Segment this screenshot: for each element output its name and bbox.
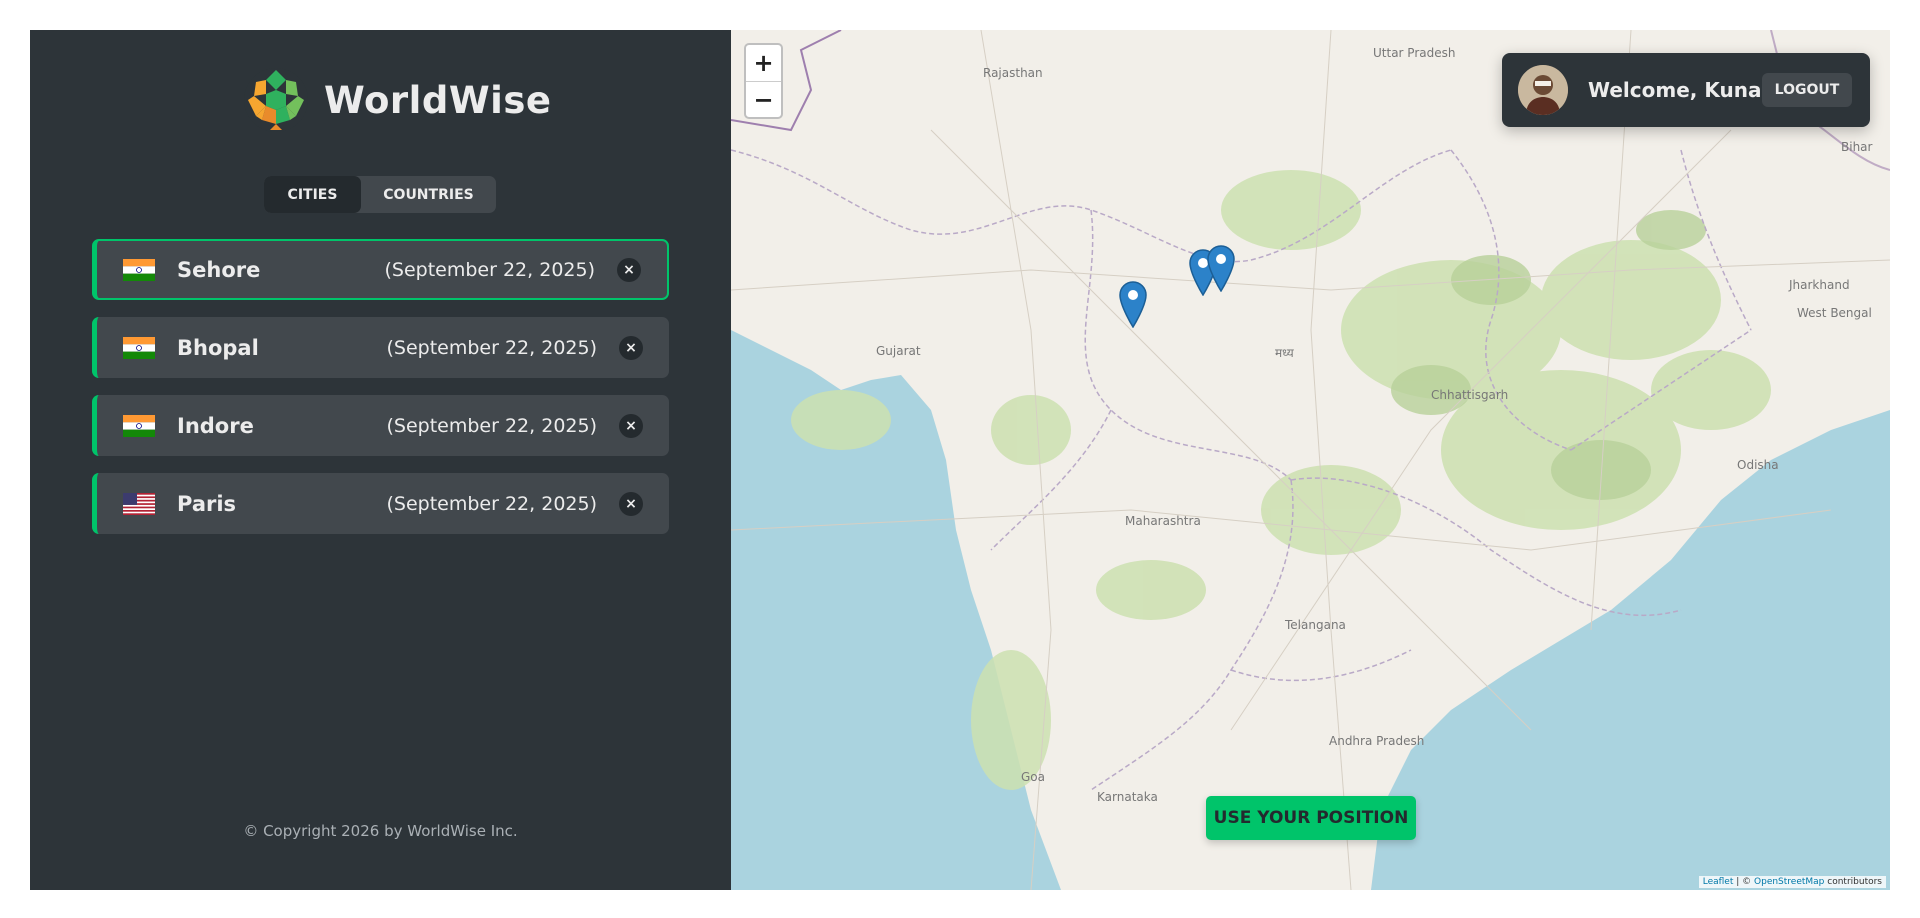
- zoom-out-button[interactable]: −: [746, 81, 781, 117]
- attribution-suffix: contributors: [1824, 877, 1882, 887]
- india-flag-icon: [123, 258, 155, 281]
- city-name: Bhopal: [177, 335, 259, 360]
- map-label: Rajasthan: [983, 66, 1043, 80]
- india-flag-icon: [123, 414, 155, 437]
- map-label: Jharkhand: [1789, 278, 1850, 292]
- city-item[interactable]: Indore (September 22, 2025) ×: [92, 395, 669, 456]
- map-label: Chhattisgarh: [1431, 388, 1509, 402]
- map-label: Gujarat: [876, 344, 921, 358]
- app-layout: WorldWise CITIES COUNTRIES Sehore (Septe…: [30, 30, 1890, 890]
- copyright: © Copyright 2026 by WorldWise Inc.: [243, 822, 518, 840]
- avatar: [1518, 65, 1568, 115]
- city-date: (September 22, 2025): [386, 492, 598, 515]
- map-tiles[interactable]: [731, 30, 1890, 890]
- tab-cities[interactable]: CITIES: [264, 176, 361, 213]
- map-label: मध्य: [1275, 346, 1294, 360]
- india-flag-icon: [123, 336, 155, 359]
- logout-button[interactable]: LOGOUT: [1762, 73, 1852, 107]
- us-flag-icon: [123, 492, 155, 515]
- delete-city-button[interactable]: ×: [619, 413, 643, 438]
- worldwise-logo-icon: [244, 68, 308, 132]
- city-item[interactable]: Sehore (September 22, 2025) ×: [92, 239, 669, 300]
- delete-city-button[interactable]: ×: [617, 257, 641, 282]
- city-item[interactable]: Bhopal (September 22, 2025) ×: [92, 317, 669, 378]
- sidebar: WorldWise CITIES COUNTRIES Sehore (Septe…: [30, 30, 731, 890]
- map-label: Maharashtra: [1125, 514, 1201, 528]
- user-avatar-icon: [1518, 65, 1568, 115]
- zoom-control: + −: [744, 43, 783, 119]
- logo[interactable]: WorldWise: [242, 66, 551, 134]
- city-name: Sehore: [177, 257, 261, 282]
- map-label: Odisha: [1737, 458, 1779, 472]
- map-label: Goa: [1021, 770, 1045, 784]
- city-item[interactable]: Paris (September 22, 2025) ×: [92, 473, 669, 534]
- delete-city-button[interactable]: ×: [619, 335, 643, 360]
- logo-text: WorldWise: [324, 78, 552, 122]
- map-label: Telangana: [1285, 618, 1346, 632]
- city-name: Indore: [177, 413, 254, 438]
- map-marker-icon[interactable]: [1118, 280, 1148, 328]
- map[interactable]: Uttar Pradesh Rajasthan Bihar Jharkhand …: [731, 30, 1890, 890]
- map-label: West Bengal: [1797, 306, 1872, 320]
- delete-city-button[interactable]: ×: [619, 491, 643, 516]
- city-date: (September 22, 2025): [384, 258, 596, 281]
- map-marker-icon[interactable]: [1206, 244, 1236, 292]
- user-panel: Welcome, Kunal LOGOUT: [1502, 53, 1870, 127]
- osm-link[interactable]: OpenStreetMap: [1754, 877, 1824, 887]
- view-tabs: CITIES COUNTRIES: [264, 176, 496, 213]
- map-label: Andhra Pradesh: [1329, 734, 1425, 748]
- leaflet-link[interactable]: Leaflet: [1703, 877, 1734, 887]
- map-label: Uttar Pradesh: [1373, 46, 1456, 60]
- city-date: (September 22, 2025): [386, 414, 598, 437]
- attribution-sep: | ©: [1733, 877, 1755, 887]
- map-label: Bihar: [1841, 140, 1873, 154]
- city-name: Paris: [177, 491, 237, 516]
- map-attribution: Leaflet | © OpenStreetMap contributors: [1698, 876, 1886, 888]
- map-label: Karnataka: [1097, 790, 1158, 804]
- tab-countries[interactable]: COUNTRIES: [361, 176, 496, 213]
- use-position-button[interactable]: USE YOUR POSITION: [1206, 796, 1416, 840]
- zoom-in-button[interactable]: +: [746, 45, 781, 81]
- city-list: Sehore (September 22, 2025) × Bhopal (Se…: [92, 239, 669, 551]
- city-date: (September 22, 2025): [386, 336, 598, 359]
- welcome-text: Welcome, Kunal: [1588, 78, 1769, 102]
